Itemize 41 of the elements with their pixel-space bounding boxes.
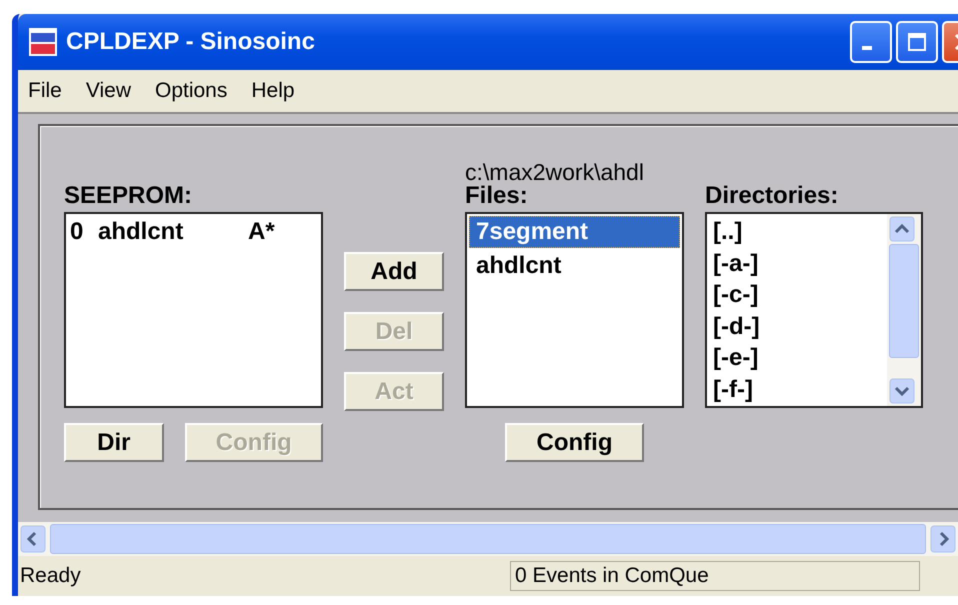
seeprom-label: SEEPROM:	[64, 184, 194, 211]
scroll-right-icon[interactable]	[930, 525, 956, 553]
file-list-item[interactable]: ahdlcnt	[469, 250, 680, 282]
config-button[interactable]: Config	[505, 423, 644, 462]
app-logo-icon	[28, 27, 58, 57]
vertical-scrollbar[interactable]	[887, 214, 921, 406]
slot-number: 0	[70, 218, 84, 246]
flag-text: A*	[248, 218, 275, 246]
menu-item[interactable]: Help	[251, 79, 295, 103]
directory-item[interactable]: [-d-]	[713, 310, 881, 342]
minimize-icon	[862, 46, 872, 50]
status-text: Ready	[20, 564, 82, 588]
file-list-item[interactable]: 7segment	[469, 216, 680, 248]
horizontal-scrollbar[interactable]	[18, 522, 958, 556]
maximize-icon	[906, 31, 928, 53]
menu-item[interactable]: File	[28, 79, 62, 103]
directory-item[interactable]: [-f-]	[713, 374, 881, 405]
scroll-down-icon[interactable]	[889, 378, 915, 404]
scroll-left-icon[interactable]	[20, 525, 46, 553]
files-label: Files:	[465, 184, 529, 208]
files-list[interactable]: 7segment ahdlcnt	[465, 212, 684, 408]
scroll-up-icon[interactable]	[889, 216, 915, 242]
menu-item[interactable]: View	[86, 79, 131, 103]
action-button[interactable]: Add	[344, 252, 444, 291]
status-panel: 0 Events in ComQue	[510, 561, 920, 591]
maximize-button[interactable]	[896, 21, 938, 63]
directory-path: c:\max2work\ahdl	[465, 161, 645, 184]
directory-item[interactable]: [-c-]	[713, 279, 881, 310]
directory-item[interactable]: [-e-]	[713, 342, 881, 374]
directory-item[interactable]: [-a-]	[713, 248, 881, 279]
minimize-button[interactable]	[850, 21, 892, 63]
seeprom-button[interactable]: Dir	[64, 423, 164, 462]
scroll-thumb[interactable]	[889, 244, 919, 358]
directories-list[interactable]: [..] [-a-] [-c-] [-d-] [-e-] [-f-]	[705, 212, 923, 408]
seeprom-list[interactable]: 0 ahdlcnt A*	[64, 212, 323, 408]
scroll-thumb[interactable]	[50, 524, 926, 554]
window-title: CPLDEXP - Sinosoinc	[66, 28, 315, 56]
directories-label: Directories:	[705, 184, 840, 211]
menu-item[interactable]: Options	[154, 79, 228, 103]
directory-item[interactable]: [..]	[713, 216, 881, 248]
file-name: ahdlcnt	[98, 218, 184, 246]
